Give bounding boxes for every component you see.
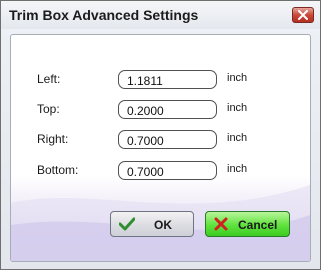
- x-mark-icon: [214, 217, 228, 231]
- bottom-unit: inch: [227, 163, 248, 175]
- cancel-label: Cancel: [238, 218, 278, 232]
- top-input[interactable]: 0.2000: [118, 100, 217, 119]
- right-label: Right:: [37, 132, 69, 146]
- cancel-button[interactable]: Cancel: [205, 211, 290, 237]
- close-icon: [298, 10, 308, 20]
- left-unit: inch: [227, 72, 248, 84]
- dialog-window: Trim Box Advanced Settings Left: 1.1811 …: [0, 0, 321, 270]
- left-input[interactable]: 1.1811: [118, 70, 217, 89]
- close-button[interactable]: [292, 7, 314, 23]
- title-bar[interactable]: Trim Box Advanced Settings: [1, 1, 320, 29]
- dialog-title: Trim Box Advanced Settings: [9, 7, 199, 23]
- bottom-label: Bottom:: [37, 163, 79, 177]
- ok-button[interactable]: OK: [110, 211, 194, 237]
- right-unit: inch: [227, 132, 248, 144]
- right-input[interactable]: 0.7000: [118, 130, 217, 149]
- ok-label: OK: [154, 218, 172, 232]
- left-label: Left:: [37, 72, 61, 86]
- bottom-input[interactable]: 0.7000: [118, 161, 217, 180]
- checkmark-icon: [119, 217, 135, 231]
- top-label: Top:: [37, 102, 60, 116]
- top-unit: inch: [227, 102, 248, 114]
